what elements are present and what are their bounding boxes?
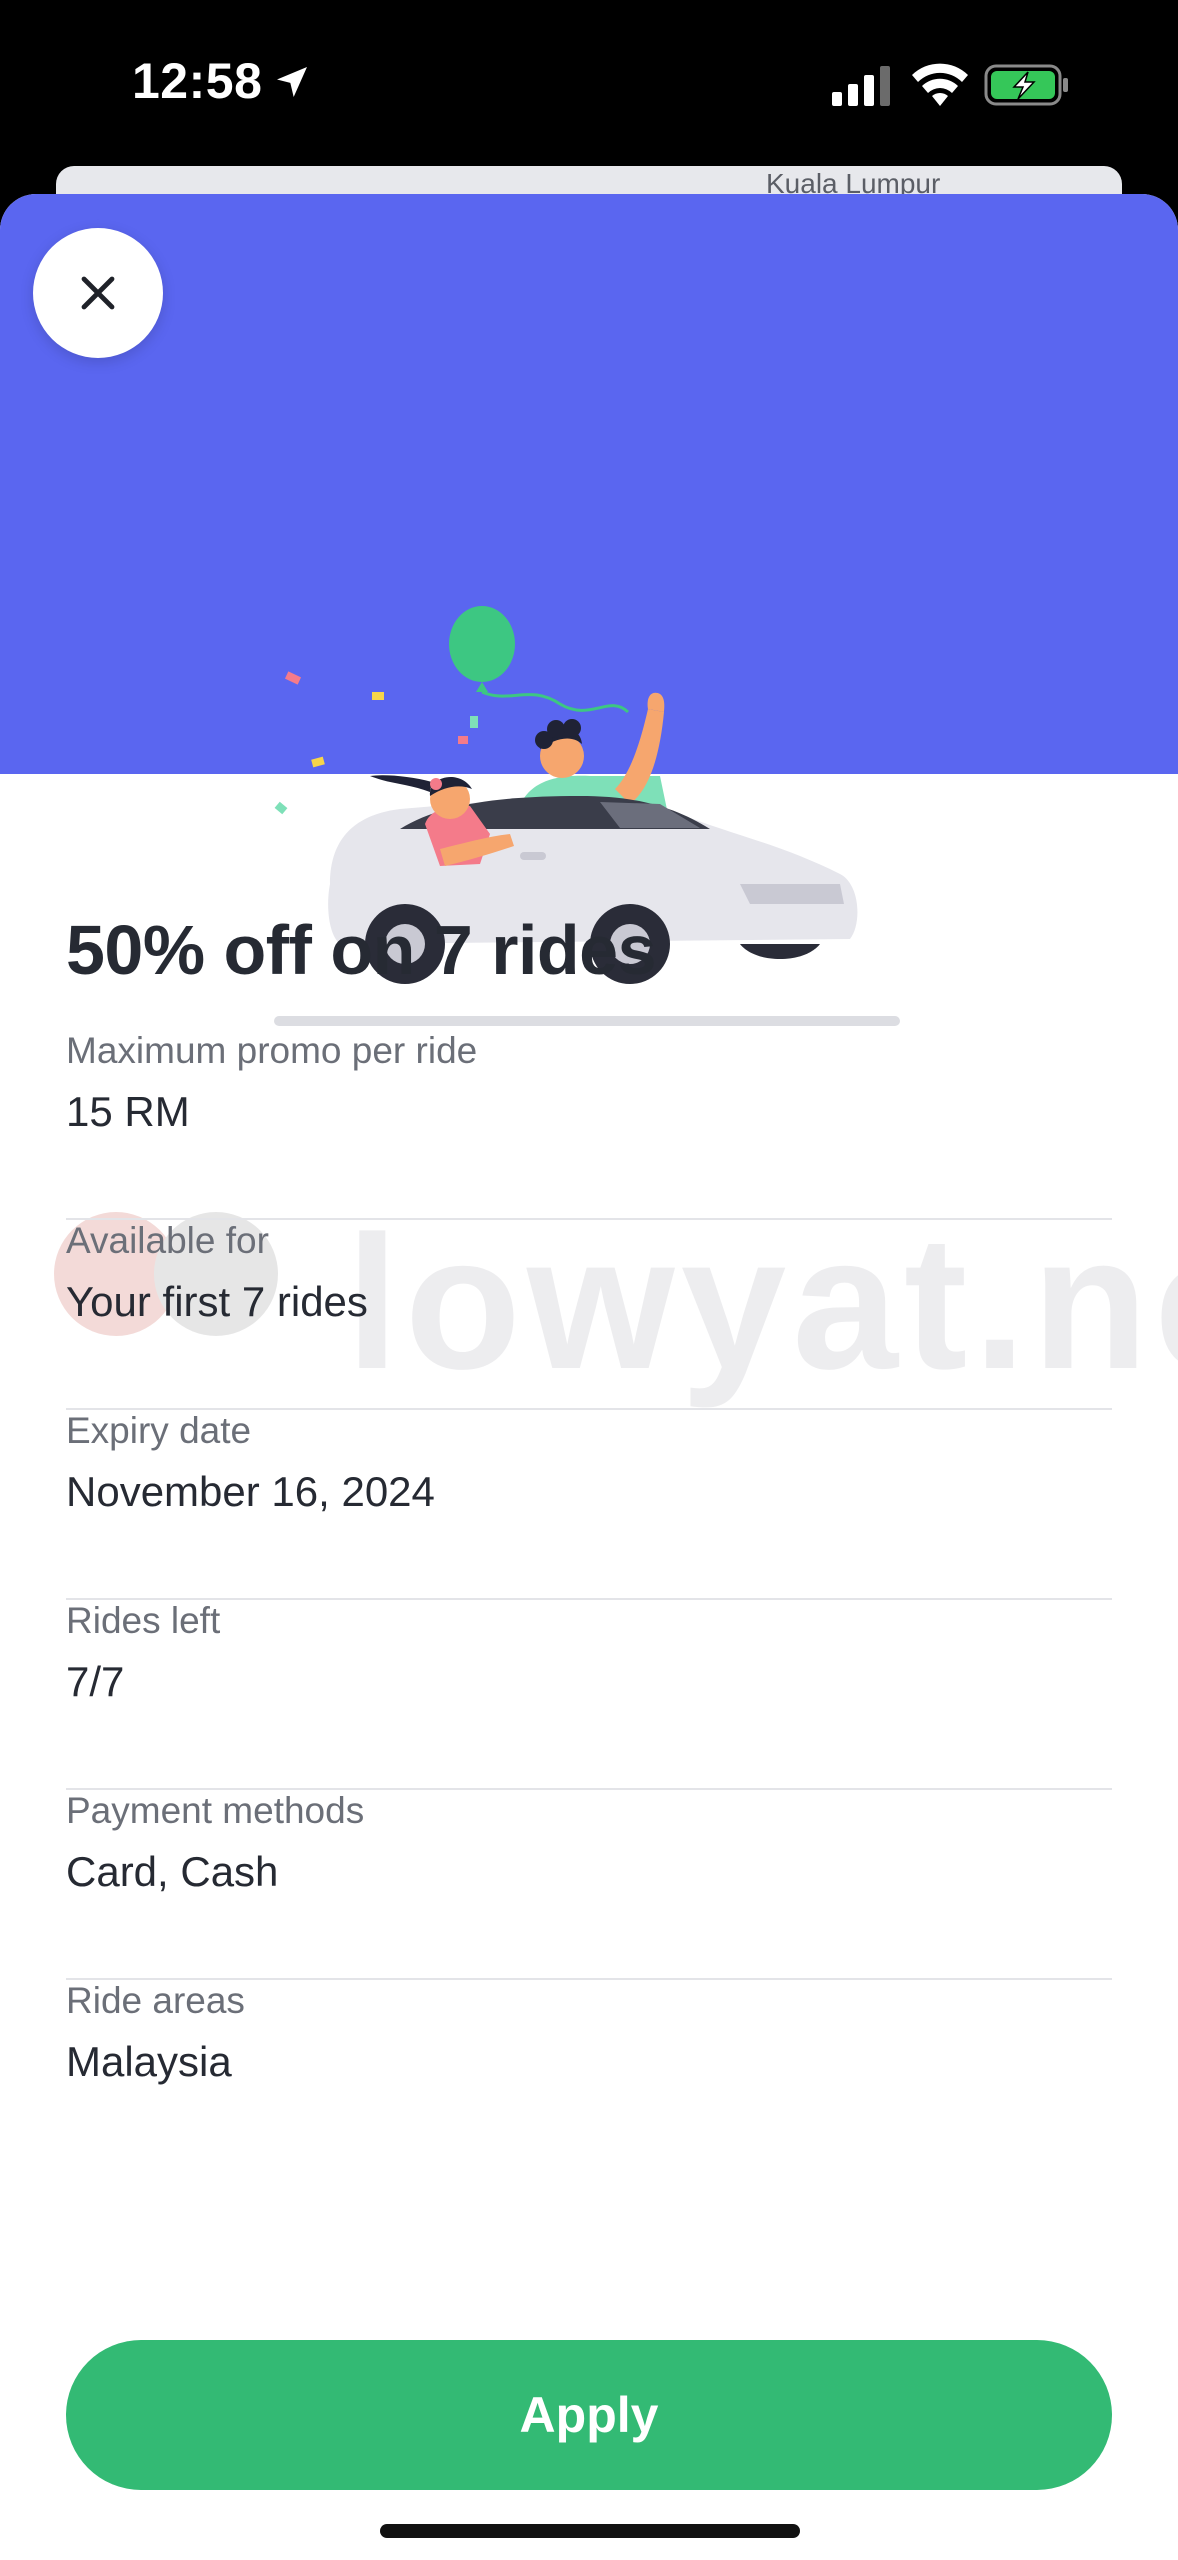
status-bar: 12:58 xyxy=(0,0,1178,170)
close-icon xyxy=(81,276,115,310)
detail-expiry-date: Expiry date November 16, 2024 xyxy=(66,1410,1112,1600)
close-button[interactable] xyxy=(33,228,163,358)
detail-rides-left: Rides left 7/7 xyxy=(66,1600,1112,1790)
detail-value: November 16, 2024 xyxy=(66,1468,435,1515)
detail-ride-areas: Ride areas Malaysia xyxy=(66,1980,1112,2170)
detail-label: Ride areas xyxy=(66,1980,245,2021)
status-time: 12:58 xyxy=(132,53,263,109)
location-arrow-icon xyxy=(277,67,307,97)
detail-label: Payment methods xyxy=(66,1790,365,1831)
detail-value: Malaysia xyxy=(66,2038,232,2085)
detail-value: 15 RM xyxy=(66,1088,190,1135)
detail-value: Your first 7 rides xyxy=(66,1278,368,1325)
promo-details-list: Maximum promo per ride 15 RM Available f… xyxy=(66,1030,1112,2170)
detail-label: Expiry date xyxy=(66,1410,252,1451)
promo-sheet: lowyat.net 50% off on 7 rides Maximum pr… xyxy=(0,194,1178,2560)
detail-available-for: Available for Your first 7 rides xyxy=(66,1220,1112,1410)
detail-max-promo: Maximum promo per ride 15 RM xyxy=(66,1030,1112,1220)
detail-value: Card, Cash xyxy=(66,1848,279,1895)
detail-label: Maximum promo per ride xyxy=(66,1030,478,1071)
apply-button[interactable]: Apply xyxy=(66,2340,1112,2490)
detail-label: Rides left xyxy=(66,1600,221,1641)
promo-title: 50% off on 7 rides xyxy=(66,911,657,989)
detail-payment-methods: Payment methods Card, Cash xyxy=(66,1790,1112,1980)
wifi-icon xyxy=(912,63,968,106)
home-indicator xyxy=(380,2524,800,2538)
detail-value: 7/7 xyxy=(66,1658,125,1705)
cellular-signal-icon xyxy=(832,66,890,106)
screen: 12:58 Kuala Lumpur lowyat.n 50% off on 7… xyxy=(0,0,1178,2560)
battery-charging-icon xyxy=(984,64,1068,106)
detail-label: Available for xyxy=(66,1220,269,1261)
